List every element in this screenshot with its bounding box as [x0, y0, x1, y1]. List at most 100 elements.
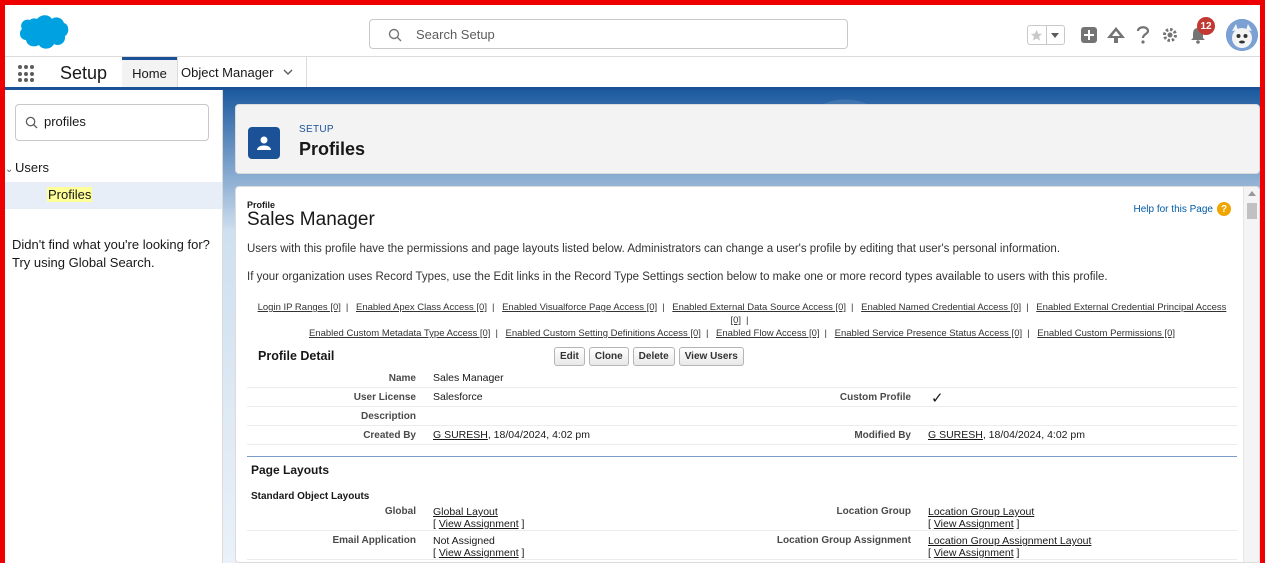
chevron-down-icon: ⌄	[5, 164, 14, 175]
link-apex-class-access[interactable]: Enabled Apex Class Access [0]	[356, 302, 487, 313]
detail-row-description: Description	[247, 407, 1237, 426]
link-custom-metadata-type-access[interactable]: Enabled Custom Metadata Type Access [0]	[309, 328, 490, 339]
layout-row-email: Email Application Not Assigned [ View As…	[247, 532, 1237, 560]
sidebar-item-profiles[interactable]: Profiles	[5, 182, 222, 209]
custom-profile-checkmark: ✓	[931, 390, 944, 407]
modified-by-value: G SURESH, 18/04/2024, 4:02 pm	[928, 429, 1085, 441]
profile-detail-panel: Profile Sales Manager Help for this Page…	[235, 186, 1260, 563]
user-license-label: User License	[353, 392, 416, 403]
email-not-assigned: Not Assigned	[433, 535, 495, 547]
email-application-label: Email Application	[332, 535, 416, 546]
email-view-assignment-link[interactable]: View Assignment	[439, 547, 519, 559]
location-group-label: Location Group	[836, 506, 911, 517]
location-group-assignment-layout-link[interactable]: Location Group Assignment Layout	[928, 535, 1091, 547]
vertical-scrollbar[interactable]	[1243, 187, 1259, 562]
location-group-layout-link[interactable]: Location Group Layout	[928, 506, 1034, 518]
link-custom-permissions[interactable]: Enabled Custom Permissions [0]	[1037, 328, 1175, 339]
custom-profile-label: Custom Profile	[839, 392, 911, 403]
scroll-up-icon[interactable]	[1248, 191, 1256, 196]
bracket-close: ]	[1013, 547, 1020, 559]
profile-description-2: If your organization uses Record Types, …	[247, 271, 1108, 283]
email-application-value: Not Assigned [ View Assignment ]	[433, 535, 524, 559]
link-external-data-source-access[interactable]: Enabled External Data Source Access [0]	[672, 302, 846, 313]
help-question-icon: ?	[1217, 202, 1231, 216]
global-layout-value: Global Layout [ View Assignment ]	[433, 506, 524, 530]
created-by-user-link[interactable]: G SURESH	[433, 429, 488, 441]
page-header-eyebrow: SETUP	[299, 124, 334, 135]
sidebar-item-users[interactable]: ⌄ Users	[5, 160, 49, 175]
setup-gear-icon[interactable]	[1160, 25, 1180, 45]
tab-home[interactable]: Home	[122, 57, 177, 87]
sidebar-help-line1: Didn't find what you're looking for?	[12, 237, 210, 252]
detail-row-name: Name Sales Manager	[247, 369, 1237, 388]
global-actions-plus-icon[interactable]	[1079, 25, 1099, 45]
modified-by-label: Modified By	[854, 430, 911, 441]
layout-row-global: Global Global Layout [ View Assignment ]…	[247, 503, 1237, 531]
location-group-value: Location Group Layout [ View Assignment …	[928, 506, 1034, 530]
search-icon	[25, 116, 38, 129]
global-layout-label: Global	[384, 506, 416, 517]
modified-by-user-link[interactable]: G SURESH	[928, 429, 983, 441]
favorites-dropdown-icon[interactable]	[1045, 26, 1064, 44]
global-search-input[interactable]	[416, 24, 836, 44]
favorites-group	[1027, 25, 1065, 45]
created-by-value: G SURESH, 18/04/2024, 4:02 pm	[433, 429, 590, 441]
user-avatar[interactable]	[1226, 19, 1258, 51]
setup-sidebar: ⌄Users Profiles Didn't find what you're …	[5, 90, 223, 563]
user-profile-icon	[248, 127, 280, 159]
bracket-close: ]	[1013, 518, 1020, 530]
bracket-close: ]	[518, 547, 525, 559]
edit-button[interactable]: Edit	[554, 347, 585, 366]
standard-object-layouts-heading: Standard Object Layouts	[251, 491, 370, 502]
sidebar-item-users-label: Users	[15, 160, 49, 175]
tab-home-label: Home	[132, 66, 167, 81]
global-search-box[interactable]	[369, 19, 848, 49]
app-name: Setup	[60, 63, 108, 83]
favorite-star-icon[interactable]	[1028, 26, 1046, 44]
section-divider	[247, 456, 1237, 457]
global-layout-link[interactable]: Global Layout	[433, 506, 498, 518]
detail-row-created: Created By G SURESH, 18/04/2024, 4:02 pm…	[247, 426, 1237, 445]
help-link-label: Help for this Page	[1133, 203, 1214, 215]
global-header: 12	[5, 5, 1260, 57]
bracket-close: ]	[518, 518, 525, 530]
profile-detail-heading: Profile Detail	[258, 349, 335, 363]
global-view-assignment-link[interactable]: View Assignment	[439, 518, 519, 530]
profile-detail-buttons: Edit Clone Delete View Users	[554, 347, 744, 366]
location-group-assignment-label: Location Group Assignment	[776, 535, 911, 546]
link-custom-setting-definitions-access[interactable]: Enabled Custom Setting Definitions Acces…	[506, 328, 701, 339]
quick-find-box[interactable]	[15, 104, 209, 141]
clone-button[interactable]: Clone	[588, 347, 629, 366]
link-login-ip-ranges[interactable]: Login IP Ranges [0]	[258, 302, 341, 313]
location-group-view-assignment-link[interactable]: View Assignment	[934, 518, 1014, 530]
link-named-credential-access[interactable]: Enabled Named Credential Access [0]	[861, 302, 1021, 313]
notification-count-badge: 12	[1197, 17, 1215, 35]
link-visualforce-page-access[interactable]: Enabled Visualforce Page Access [0]	[502, 302, 657, 313]
sidebar-item-profiles-label: Profiles	[47, 187, 93, 202]
profile-description-1: Users with this profile have the permiss…	[247, 243, 1061, 255]
page-header: SETUP Profiles	[235, 104, 1260, 174]
profile-name-title: Sales Manager	[247, 209, 375, 230]
scrollbar-thumb[interactable]	[1247, 203, 1257, 219]
detail-row-license: User License Salesforce Custom Profile ✓	[247, 388, 1237, 407]
help-for-this-page-link[interactable]: Help for this Page ?	[1133, 202, 1231, 216]
salesforce-logo-icon[interactable]	[15, 13, 69, 51]
delete-button[interactable]: Delete	[632, 347, 675, 366]
created-by-label: Created By	[363, 430, 416, 441]
trailhead-guidance-icon[interactable]	[1106, 25, 1126, 45]
link-flow-access[interactable]: Enabled Flow Access [0]	[716, 328, 820, 339]
help-icon[interactable]	[1133, 25, 1153, 45]
sidebar-help-line2: Try using Global Search.	[12, 255, 155, 270]
related-links-row-2: Enabled Custom Metadata Type Access [0] |…	[308, 328, 1176, 339]
context-nav-bar: Setup Home Object Manager	[5, 57, 1260, 90]
page-layouts-heading: Page Layouts	[251, 463, 330, 477]
view-users-button[interactable]: View Users	[678, 347, 744, 366]
sidebar-help-text: Didn't find what you're looking for? Try…	[12, 236, 210, 272]
modified-date: , 18/04/2024, 4:02 pm	[982, 429, 1086, 441]
link-service-presence-status-access[interactable]: Enabled Service Presence Status Access […	[835, 328, 1022, 339]
tab-object-manager[interactable]: Object Manager	[177, 57, 307, 87]
quick-find-input[interactable]	[44, 114, 194, 129]
app-launcher-waffle-icon[interactable]	[18, 65, 36, 83]
search-icon	[388, 28, 402, 42]
lga-view-assignment-link[interactable]: View Assignment	[934, 547, 1014, 559]
